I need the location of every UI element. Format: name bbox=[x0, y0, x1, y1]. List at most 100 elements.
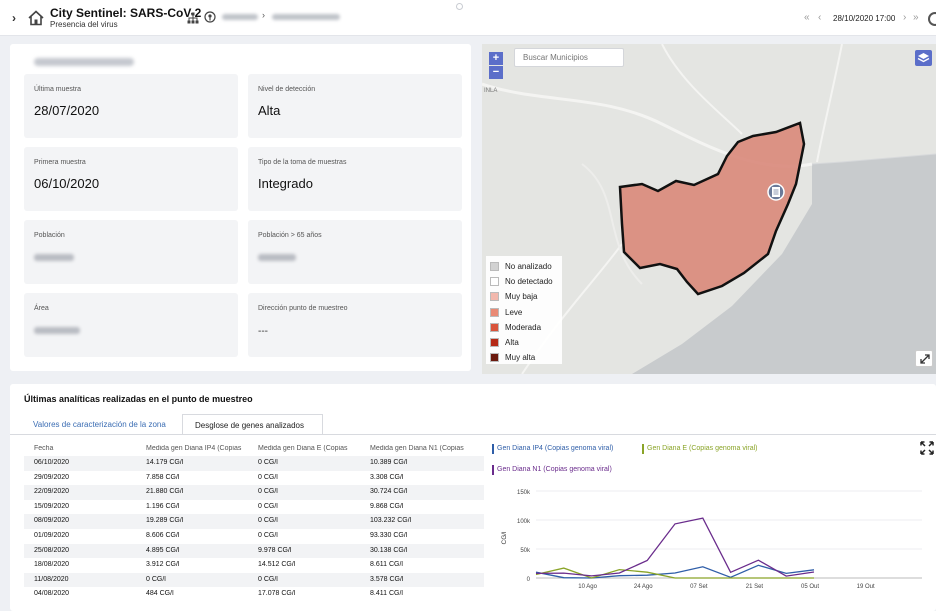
card-label: Nivel de detección bbox=[258, 86, 316, 93]
card-sampling-address: Dirección punto de muestreo --- bbox=[248, 293, 462, 357]
map-fullscreen-button[interactable] bbox=[915, 350, 933, 367]
expand-arrows-icon bbox=[920, 354, 930, 364]
y-axis-label: CG/l bbox=[501, 531, 508, 545]
table-cell: 22/09/2020 bbox=[34, 488, 70, 496]
fullscreen-icon[interactable] bbox=[920, 441, 934, 455]
analytics-panel: Últimas analíticas realizadas en el punt… bbox=[10, 384, 936, 611]
card-last-sample: Última muestra 28/07/2020 bbox=[24, 74, 238, 138]
card-value: 06/10/2020 bbox=[34, 176, 100, 191]
zoom-out-button[interactable]: − bbox=[489, 66, 503, 79]
hierarchy-icon[interactable] bbox=[187, 12, 199, 24]
table-row[interactable]: 22/09/2020 21.880 CG/l 0 CG/l 30.724 CG/l bbox=[24, 485, 484, 500]
card-population-over-65: Población > 65 años bbox=[248, 220, 462, 284]
gene-chart: Gen Diana IP4 (Copias genoma viral) Gen … bbox=[492, 432, 936, 611]
y-tick-label: 0 bbox=[527, 577, 531, 583]
app-title: City Sentinel: SARS-CoV-2 bbox=[50, 6, 202, 20]
card-area: Área bbox=[24, 293, 238, 357]
last-page-icon[interactable]: » bbox=[913, 12, 919, 23]
table-cell: 0 CG/l bbox=[258, 575, 278, 583]
table-header: Fecha Medida gen Diana IP4 (Copias Medid… bbox=[24, 442, 484, 456]
card-sampling-type: Tipo de la toma de muestras Integrado bbox=[248, 147, 462, 211]
column-header[interactable]: Fecha bbox=[34, 445, 134, 452]
legend-swatch bbox=[490, 307, 499, 317]
table-row[interactable]: 01/09/2020 8.606 CG/l 0 CG/l 93.330 CG/l bbox=[24, 529, 484, 544]
table-cell: 25/08/2020 bbox=[34, 546, 70, 554]
layers-button[interactable] bbox=[915, 50, 932, 66]
legend-swatch bbox=[490, 292, 499, 302]
prev-page-icon[interactable]: ‹ bbox=[818, 12, 821, 23]
next-page-icon[interactable]: › bbox=[903, 12, 906, 23]
tab-zone-characterization[interactable]: Valores de caracterización de la zona bbox=[33, 420, 166, 429]
series-line-0 bbox=[535, 564, 815, 579]
card-value-redacted bbox=[34, 327, 80, 334]
location-pin-icon[interactable] bbox=[204, 11, 216, 23]
card-value: Alta bbox=[258, 103, 281, 118]
legend-label: Muy baja bbox=[505, 292, 538, 302]
line-chart-svg[interactable]: 0 50k 100k 150k CG/l 10 Ago 24 Ago 07 Set 21 Set… bbox=[492, 481, 936, 611]
breadcrumb-redacted[interactable] bbox=[222, 14, 258, 20]
table-row[interactable]: 06/10/2020 14.179 CG/l 0 CG/l 10.389 CG/l bbox=[24, 456, 484, 471]
expand-chevron-icon[interactable]: › bbox=[12, 11, 16, 25]
table-cell: 0 CG/l bbox=[258, 517, 278, 525]
legend-item: Alta bbox=[490, 335, 558, 350]
table-row[interactable]: 11/08/2020 0 CG/l 0 CG/l 3.578 CG/l bbox=[24, 572, 484, 588]
analytics-title: Últimas analíticas realizadas en el punt… bbox=[24, 394, 253, 404]
datetime-display[interactable]: 28/10/2020 17:00 bbox=[833, 14, 895, 23]
table-row[interactable]: 15/09/2020 1.196 CG/l 0 CG/l 9.868 CG/l bbox=[24, 500, 484, 515]
table-row[interactable]: 25/08/2020 4.895 CG/l 9.978 CG/l 30.138 CG/… bbox=[24, 543, 484, 559]
legend-swatch bbox=[490, 262, 499, 272]
table-cell: 1.196 CG/l bbox=[146, 502, 180, 510]
y-tick-label: 150k bbox=[517, 490, 531, 496]
table-cell: 0 CG/l bbox=[258, 473, 278, 481]
table-cell: 30.724 CG/l bbox=[370, 488, 408, 496]
table-cell: 93.330 CG/l bbox=[370, 531, 408, 539]
legend-swatch bbox=[642, 444, 644, 454]
handle-dot-icon bbox=[456, 3, 463, 10]
municipality-search-input[interactable] bbox=[514, 48, 624, 67]
column-header[interactable]: Medida gen Diana IP4 (Copias bbox=[146, 445, 249, 452]
table-cell: 10.389 CG/l bbox=[370, 459, 408, 466]
legend-swatch bbox=[490, 338, 499, 348]
card-detection-level: Nivel de detección Alta bbox=[248, 74, 462, 138]
table-cell: 18/08/2020 bbox=[34, 561, 70, 569]
x-tick-label: 24 Ago bbox=[634, 584, 653, 590]
table-cell: 3.578 CG/l bbox=[370, 575, 404, 583]
y-tick-label: 100k bbox=[517, 519, 531, 525]
legend-item: No detectado bbox=[490, 274, 558, 289]
breadcrumb-redacted[interactable] bbox=[272, 14, 340, 20]
tab-gene-breakdown[interactable]: Desglose de genes analizados bbox=[182, 414, 323, 435]
column-header[interactable]: Medida gen Diana E (Copias bbox=[258, 445, 361, 452]
legend-item: Muy alta bbox=[490, 350, 558, 365]
table-cell: 0 CG/l bbox=[258, 531, 278, 539]
map-panel[interactable]: INLA + − No analizado No detectado Muy b… bbox=[482, 44, 936, 374]
card-label: Población > 65 años bbox=[258, 232, 322, 239]
table-row[interactable]: 29/09/2020 7.858 CG/l 0 CG/l 3.308 CG/l bbox=[24, 471, 484, 486]
column-header[interactable]: Medida gen Diana N1 (Copias bbox=[370, 445, 475, 452]
table-cell: 11/08/2020 bbox=[34, 575, 69, 583]
card-value: 28/07/2020 bbox=[34, 103, 100, 118]
legend-swatch bbox=[490, 322, 499, 332]
table-cell: 4.895 CG/l bbox=[146, 546, 180, 554]
zoom-in-button[interactable]: + bbox=[489, 52, 503, 65]
card-label: Última muestra bbox=[34, 86, 82, 93]
table-cell: 21.880 CG/l bbox=[146, 488, 184, 496]
table-row[interactable]: 04/08/2020 484 CG/l 17.078 CG/l 8.411 CG/l bbox=[24, 587, 484, 602]
user-avatar-icon[interactable] bbox=[928, 12, 936, 26]
x-tick-label: 19 Out bbox=[857, 584, 875, 590]
panel-heading-redacted bbox=[34, 58, 134, 66]
table-cell: 8.611 CG/l bbox=[370, 561, 403, 569]
legend-label: Gen Diana IP4 (Copias genoma viral) bbox=[497, 445, 614, 452]
table-row[interactable]: 08/09/2020 19.289 CG/l 0 CG/l 103.232 CG/l bbox=[24, 514, 484, 529]
table-cell: 19.289 CG/l bbox=[146, 517, 184, 525]
home-icon[interactable] bbox=[28, 10, 44, 26]
table-row[interactable]: 18/08/2020 3.912 CG/l 14.512 CG/l 8.611 CG/… bbox=[24, 558, 484, 573]
top-bar: › City Sentinel: SARS-CoV-2 Presencia de… bbox=[0, 0, 936, 36]
table-cell: 29/09/2020 bbox=[34, 473, 70, 481]
table-cell: 3.308 CG/l bbox=[370, 473, 404, 481]
first-page-icon[interactable]: « bbox=[804, 12, 810, 23]
legend-swatch bbox=[490, 353, 499, 363]
x-tick-label: 21 Set bbox=[746, 584, 764, 590]
table-cell: 8.411 CG/l bbox=[370, 590, 403, 598]
legend-label: Muy alta bbox=[505, 353, 536, 363]
table-cell: 01/09/2020 bbox=[34, 531, 70, 539]
